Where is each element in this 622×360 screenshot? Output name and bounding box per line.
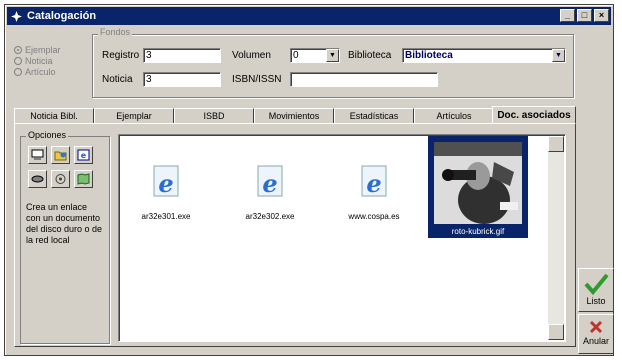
radio-ejemplar[interactable]: Ejemplar (14, 44, 61, 55)
svg-text:e: e (366, 169, 381, 198)
window-title: Catalogación (27, 10, 97, 22)
file-name: ar32e301.exe (141, 212, 191, 221)
close-button[interactable]: × (594, 9, 609, 22)
noticia-label: Noticia (102, 74, 133, 85)
minimize-button[interactable]: _ (560, 9, 575, 22)
svg-text:e: e (81, 151, 87, 160)
image-thumbnail (434, 142, 522, 224)
close-icon: × (598, 10, 605, 20)
tab-movimientos[interactable]: Movimientos (254, 108, 334, 123)
chevron-down-icon[interactable]: ▼ (552, 49, 565, 62)
cancel-x-icon (589, 320, 603, 334)
map-link-button[interactable] (74, 170, 93, 188)
checkmark-icon (584, 273, 609, 296)
browser-icon: e (77, 149, 90, 161)
svg-text:e: e (158, 169, 173, 198)
network-icon (31, 175, 44, 183)
scroll-down-button[interactable] (548, 324, 564, 340)
volumen-label: Volumen (232, 50, 271, 61)
mode-radio-group: Ejemplar Noticia Artículo (14, 44, 61, 77)
computer-icon (31, 149, 44, 160)
registro-label: Registro (102, 50, 140, 61)
radio-noticia[interactable]: Noticia (14, 55, 61, 66)
isbn-input[interactable] (290, 72, 438, 87)
file-name: www.cospa.es (348, 212, 400, 221)
tab-strip: Noticia Bibl. Ejemplar ISBD Movimientos … (14, 106, 576, 124)
fondos-legend: Fondos (98, 27, 133, 37)
fondos-group (92, 34, 574, 98)
registro-input[interactable]: 3 (143, 48, 221, 63)
maximize-button[interactable]: □ (577, 9, 592, 22)
volumen-select[interactable]: 0 ▼ (290, 48, 340, 63)
biblioteca-select[interactable]: Biblioteca ▼ (402, 48, 566, 63)
radio-label: Noticia (25, 55, 53, 66)
radio-dot-icon (14, 56, 22, 65)
vertical-scrollbar[interactable] (548, 136, 564, 340)
noticia-input[interactable]: 3 (143, 72, 221, 87)
svg-text:e: e (262, 169, 277, 198)
file-name: ar32e302.exe (245, 212, 295, 221)
anular-button[interactable]: Anular (578, 314, 614, 354)
radio-label: Ejemplar (25, 44, 61, 55)
tab-estadisticas[interactable]: Estadísticas (334, 108, 414, 123)
radio-label: Artículo (25, 66, 56, 77)
maximize-icon: □ (581, 10, 588, 20)
file-item[interactable]: e ar32e302.exe (220, 164, 320, 221)
listo-label: Listo (586, 296, 606, 306)
tab-articulos[interactable]: Artículos (414, 108, 494, 123)
file-item[interactable]: e www.cospa.es (324, 164, 424, 221)
file-item-selected[interactable]: roto-kubrick.gif (428, 136, 528, 238)
share-link-button[interactable] (51, 170, 70, 188)
anular-label: Anular (582, 336, 609, 346)
tab-isbd[interactable]: ISBD (174, 108, 254, 123)
folder-link-button[interactable] (51, 146, 70, 164)
computer-link-button[interactable] (28, 146, 47, 164)
radio-articulo[interactable]: Artículo (14, 66, 61, 77)
tab-doc-asociados[interactable]: Doc. asociados (492, 106, 576, 124)
opciones-help-text: Crea un enlace con un documento del disc… (26, 202, 103, 245)
chevron-down-icon[interactable]: ▼ (326, 49, 339, 62)
biblioteca-label: Biblioteca (348, 50, 392, 61)
biblioteca-value: Biblioteca (405, 50, 453, 61)
ie-document-icon: e (257, 165, 283, 198)
minimize-icon: _ (564, 10, 570, 20)
volumen-value: 0 (293, 50, 299, 61)
tab-ejemplar[interactable]: Ejemplar (94, 108, 174, 123)
tab-noticia-bibl[interactable]: Noticia Bibl. (14, 108, 94, 123)
file-item[interactable]: e ar32e301.exe (116, 164, 216, 221)
radio-dot-icon (14, 67, 22, 76)
map-icon (77, 173, 90, 185)
photo-thumbnail-icon (434, 142, 522, 224)
isbn-label: ISBN/ISSN (232, 74, 282, 85)
file-name: roto-kubrick.gif (451, 227, 505, 236)
title-bar[interactable]: Catalogación _ □ × (7, 7, 611, 25)
opciones-legend: Opciones (26, 130, 69, 140)
ie-document-icon: e (153, 165, 179, 198)
share-icon (55, 174, 66, 184)
app-icon (11, 10, 22, 22)
ie-document-icon: e (361, 165, 387, 198)
scroll-up-button[interactable] (548, 136, 564, 152)
network-link-button[interactable] (28, 170, 47, 188)
web-link-button[interactable]: e (74, 146, 93, 164)
folder-icon (54, 151, 67, 161)
listo-button[interactable]: Listo (578, 268, 614, 312)
radio-dot-icon (14, 45, 22, 54)
